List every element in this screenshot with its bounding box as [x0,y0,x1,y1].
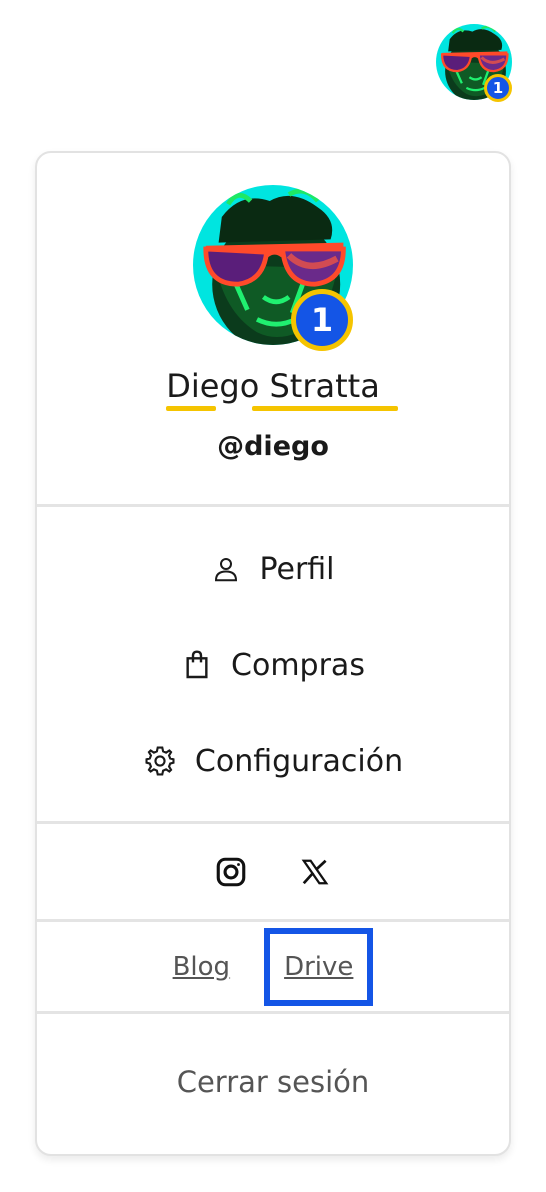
user-icon [215,558,238,582]
menu-section: Perfil Compras Configuración [37,507,509,824]
social-section [37,824,509,922]
menu-item-compras[interactable]: Compras [37,635,509,695]
menu-item-perfil[interactable]: Perfil [37,539,509,599]
menu-item-label: Compras [231,647,365,683]
gear-icon [145,746,175,776]
profile-section: 1 Diego Stratta @diego [37,153,509,507]
drive-link[interactable]: Drive [284,952,353,982]
user-menu-card: 1 Diego Stratta @diego Perfil Compras Co… [35,151,511,1156]
header-avatar-button[interactable]: 1 [436,24,512,102]
profile-name: Diego Stratta [37,367,509,411]
blog-link[interactable]: Blog [173,952,230,982]
links-section: Blog Drive [37,922,509,1014]
top-bar: 1 [0,0,546,150]
notification-badge: 1 [484,74,512,102]
profile-username: @diego [217,431,329,462]
profile-avatar: 1 [193,185,357,351]
profile-name-text: Diego Stratta [166,367,380,405]
shopping-bag-icon [186,650,208,679]
notification-badge: 1 [291,289,353,351]
instagram-link[interactable] [213,854,249,890]
logout-button[interactable]: Cerrar sesión [37,1014,509,1154]
name-underline-left [166,406,217,411]
instagram-icon [216,857,246,886]
drive-highlight: Drive [264,927,374,1006]
menu-item-configuracion[interactable]: Configuración [37,731,509,791]
x-link[interactable] [297,854,333,890]
menu-item-label: Perfil [259,551,335,587]
x-icon [301,859,329,884]
logout-label: Cerrar sesión [176,1064,370,1099]
name-underline-right [252,406,399,411]
menu-item-label: Configuración [194,743,404,779]
